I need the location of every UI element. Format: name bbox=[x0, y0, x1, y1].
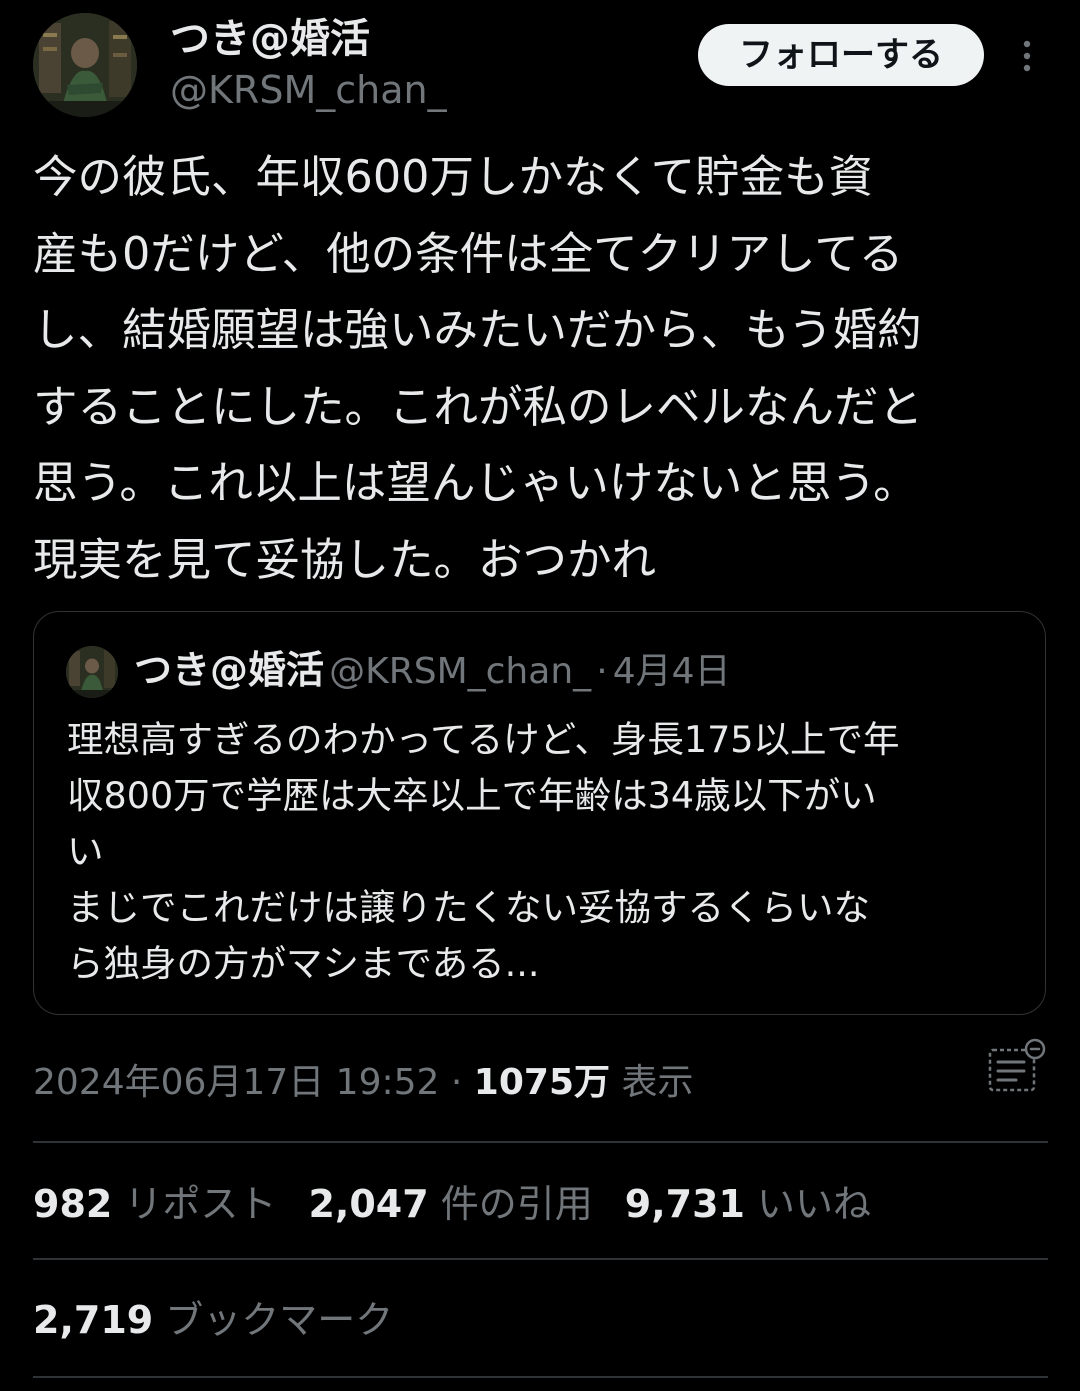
divider-3 bbox=[33, 1376, 1048, 1378]
bookmarks-count: 2,719 bbox=[33, 1298, 154, 1342]
author-display-name[interactable]: つき@婚活 bbox=[170, 14, 370, 64]
tweet-text: 今の彼氏、年収600万しかなくて貯金も資 産も0だけど、他の条件は全てクリアして… bbox=[33, 152, 924, 586]
views-label: 表示 bbox=[621, 1062, 694, 1103]
quoted-tweet-card[interactable]: つき@婚活 @KRSM_chan_ · 4月4日 理想高すぎるのわかってるけど、… bbox=[33, 611, 1046, 1015]
quotes-label: 件の引用 bbox=[440, 1182, 593, 1226]
bookmarks-stat[interactable]: 2,719 ブックマーク bbox=[33, 1290, 393, 1350]
likes-stat[interactable]: 9,731 いいね bbox=[625, 1182, 871, 1226]
quoted-date: 4月4日 bbox=[612, 651, 731, 692]
quoted-avatar-image bbox=[66, 646, 118, 698]
more-vertical-icon[interactable] bbox=[1010, 36, 1044, 76]
quoted-author-avatar bbox=[66, 646, 118, 698]
engagement-stats: 982 リポスト 2,047 件の引用 9,731 いいね bbox=[33, 1174, 871, 1234]
tweet-timestamp[interactable]: 2024年06月17日 19:52 bbox=[33, 1062, 439, 1103]
views-count: 1075万 bbox=[473, 1062, 610, 1103]
meta-separator: · bbox=[450, 1062, 463, 1103]
analytics-icon[interactable] bbox=[986, 1038, 1048, 1098]
author-avatar[interactable] bbox=[33, 13, 137, 117]
reposts-label: リポスト bbox=[124, 1182, 277, 1226]
quoted-author-handle: @KRSM_chan_ bbox=[329, 651, 592, 692]
likes-label: いいね bbox=[757, 1182, 872, 1226]
quoted-tweet-text: 理想高すぎるのわかってるけど、身長175以上で年 収800万で学歴は大卒以上で年… bbox=[67, 718, 900, 985]
quoted-separator: · bbox=[596, 651, 608, 692]
reposts-count: 982 bbox=[33, 1182, 113, 1226]
quoted-tweet-header: つき@婚活 @KRSM_chan_ · 4月4日 bbox=[134, 642, 731, 698]
quoted-author-name: つき@婚活 bbox=[134, 648, 325, 692]
tweet-meta: 2024年06月17日 19:52 · 1075万 表示 bbox=[33, 1055, 693, 1111]
bookmarks-label: ブックマーク bbox=[165, 1298, 394, 1342]
follow-button[interactable]: フォローする bbox=[698, 24, 984, 86]
tweet-header: つき@婚活 @KRSM_chan_ フォローする bbox=[0, 0, 1080, 130]
reposts-stat[interactable]: 982 リポスト bbox=[33, 1182, 276, 1226]
divider-1 bbox=[33, 1141, 1048, 1143]
avatar-image bbox=[33, 13, 137, 117]
divider-2 bbox=[33, 1258, 1048, 1260]
quotes-stat[interactable]: 2,047 件の引用 bbox=[308, 1182, 592, 1226]
likes-count: 9,731 bbox=[624, 1182, 745, 1226]
quotes-count: 2,047 bbox=[308, 1182, 429, 1226]
author-handle[interactable]: @KRSM_chan_ bbox=[170, 66, 447, 114]
